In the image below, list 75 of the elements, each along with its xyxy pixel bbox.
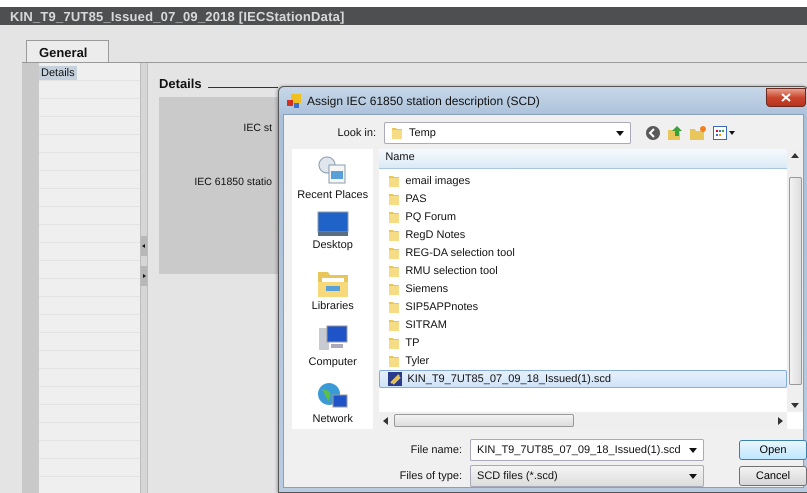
file-row[interactable]: RegD Notes <box>379 226 787 244</box>
file-row[interactable]: PQ Forum <box>379 208 787 226</box>
file-name-field[interactable]: KIN_T9_7UT85_07_09_18_Issued(1).scd <box>470 439 704 461</box>
file-name: TP <box>405 337 420 349</box>
collapse-left-icon[interactable] <box>141 236 147 256</box>
open-button[interactable]: Open <box>739 440 807 460</box>
file-name: KIN_T9_7UT85_07_09_18_Issued(1).scd <box>407 373 611 385</box>
scroll-up-icon[interactable] <box>791 153 799 158</box>
file-name: Tyler <box>405 355 430 367</box>
window-title: KIN_T9_7UT85_Issued_07_09_2018 [IECStationData] <box>0 7 807 25</box>
file-icon <box>388 372 402 386</box>
place-label[interactable]: Desktop <box>312 239 353 252</box>
folder-icon <box>388 336 400 350</box>
scroll-left-icon[interactable] <box>383 416 388 424</box>
scroll-down-icon[interactable] <box>791 403 799 408</box>
file-row[interactable]: KIN_T9_7UT85_07_09_18_Issued(1).scd <box>379 370 787 388</box>
file-row[interactable]: email images <box>379 172 787 190</box>
dialog-title: Assign IEC 61850 station description (SCD) <box>307 94 540 108</box>
file-name-label: File name: <box>410 444 463 456</box>
folder-icon <box>391 126 403 140</box>
field-label: IEC st <box>243 122 272 134</box>
folder-icon <box>388 192 400 206</box>
folder-icon <box>388 246 400 260</box>
file-row[interactable]: PAS <box>379 190 787 208</box>
file-row[interactable]: TP <box>379 334 787 352</box>
tab[interactable]: General <box>26 40 109 62</box>
folder-icon <box>388 264 400 278</box>
app-icon <box>287 94 301 108</box>
look-in-label: Look in: <box>336 127 377 139</box>
place-label[interactable]: Recent Places <box>297 189 368 201</box>
field-label: IEC 61850 statio <box>194 176 272 188</box>
file-name: REG-DA selection tool <box>405 247 515 259</box>
folder-icon <box>388 174 400 188</box>
file-row[interactable]: REG-DA selection tool <box>379 244 787 262</box>
close-icon <box>781 93 791 102</box>
file-name: SITRAM <box>405 319 447 331</box>
place-label[interactable]: Computer <box>308 356 357 368</box>
place-label[interactable]: Network <box>312 412 353 425</box>
file-type-label: Files of type: <box>398 470 463 482</box>
file-name: RegD Notes <box>405 229 466 241</box>
file-type-dropdown[interactable]: SCD files (*.scd) <box>470 465 704 487</box>
expand-right-icon[interactable] <box>141 266 147 286</box>
dropdown-caret-icon <box>616 130 624 136</box>
look-in-dropdown[interactable]: Temp <box>384 122 631 144</box>
view-menu-icon[interactable] <box>713 126 735 140</box>
desktop-icon <box>316 211 349 238</box>
file-name: PAS <box>405 193 427 205</box>
sidebar-item[interactable]: Details <box>39 66 77 80</box>
folder-icon <box>388 228 400 242</box>
name-column-header[interactable]: Name <box>379 149 787 169</box>
dropdown-caret-icon <box>689 474 697 478</box>
file-name: SIP5APPnotes <box>405 301 478 313</box>
folder-icon <box>388 318 400 332</box>
back-icon[interactable] <box>645 125 661 141</box>
dropdown-caret-icon <box>689 448 697 452</box>
folder-icon <box>388 210 400 224</box>
up-folder-icon[interactable] <box>667 125 683 141</box>
close-button[interactable] <box>766 88 806 107</box>
cancel-button[interactable]: Cancel <box>739 466 807 486</box>
file-name: email images <box>405 175 470 187</box>
file-row[interactable]: Siemens <box>379 280 787 298</box>
file-name: PQ Forum <box>405 211 456 223</box>
folder-icon <box>388 354 400 368</box>
file-row[interactable]: Tyler <box>379 352 787 370</box>
scroll-right-icon[interactable] <box>778 416 783 424</box>
folder-icon <box>388 282 400 296</box>
file-row[interactable]: RMU selection tool <box>379 262 787 280</box>
file-name: RMU selection tool <box>405 265 498 277</box>
vertical-scrollbar[interactable] <box>787 149 803 412</box>
file-name: Siemens <box>405 283 448 295</box>
file-row[interactable]: SIP5APPnotes <box>379 298 787 316</box>
place-label[interactable]: Libraries <box>312 300 354 312</box>
folder-icon <box>388 300 400 314</box>
section-heading: Details <box>159 76 202 91</box>
file-row[interactable]: SITRAM <box>379 316 787 334</box>
